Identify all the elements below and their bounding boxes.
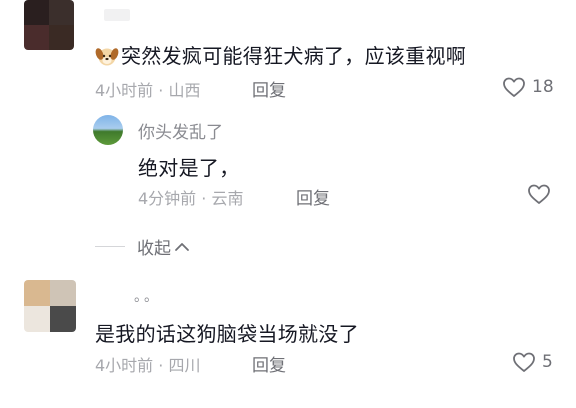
reply-meta: 4分钟前 · 云南 [138, 189, 244, 208]
reply-username[interactable]: 你头发乱了 [138, 118, 223, 143]
comment-meta: 4小时前 · 山西 [95, 81, 201, 100]
like-count: 18 [532, 77, 554, 97]
reply-avatar[interactable] [93, 115, 123, 145]
like-button[interactable]: 18 [502, 76, 554, 98]
like-button[interactable]: 5 [512, 351, 553, 373]
reply-like-button[interactable] [527, 183, 551, 205]
comment-text-body: 突然发疯可能得狂犬病了，应该重视啊 [121, 44, 467, 68]
reply-button[interactable]: 回复 [252, 351, 286, 376]
username[interactable]: 。。 [134, 286, 161, 306]
comment-1: 突然发疯可能得狂犬病了，应该重视啊 4小时前 · 山西 回复 18 你头发乱了 … [0, 0, 576, 259]
username[interactable] [104, 9, 130, 21]
comment-2: 。。 是我的话这狗脑袋当场就没了 4小时前 · 四川 回复 5 [0, 280, 576, 408]
heart-icon [528, 184, 550, 204]
reply-reply-button[interactable]: 回复 [296, 184, 330, 209]
heart-icon [513, 352, 535, 372]
dog-face-icon [95, 45, 119, 72]
like-count: 5 [542, 352, 553, 372]
reply-button[interactable]: 回复 [252, 76, 286, 101]
avatar[interactable] [24, 0, 74, 50]
reply-text: 绝对是了， [138, 156, 240, 180]
heart-icon [503, 77, 525, 97]
comment-text: 是我的话这狗脑袋当场就没了 [95, 322, 359, 346]
avatar[interactable] [24, 280, 76, 332]
comment-meta: 4小时前 · 四川 [95, 356, 201, 375]
collapse-replies-button[interactable]: 收起 [95, 234, 190, 259]
divider [95, 246, 125, 247]
comment-text: 突然发疯可能得狂犬病了，应该重视啊 [95, 40, 466, 72]
collapse-label: 收起 [137, 239, 171, 259]
chevron-up-icon [175, 242, 189, 251]
